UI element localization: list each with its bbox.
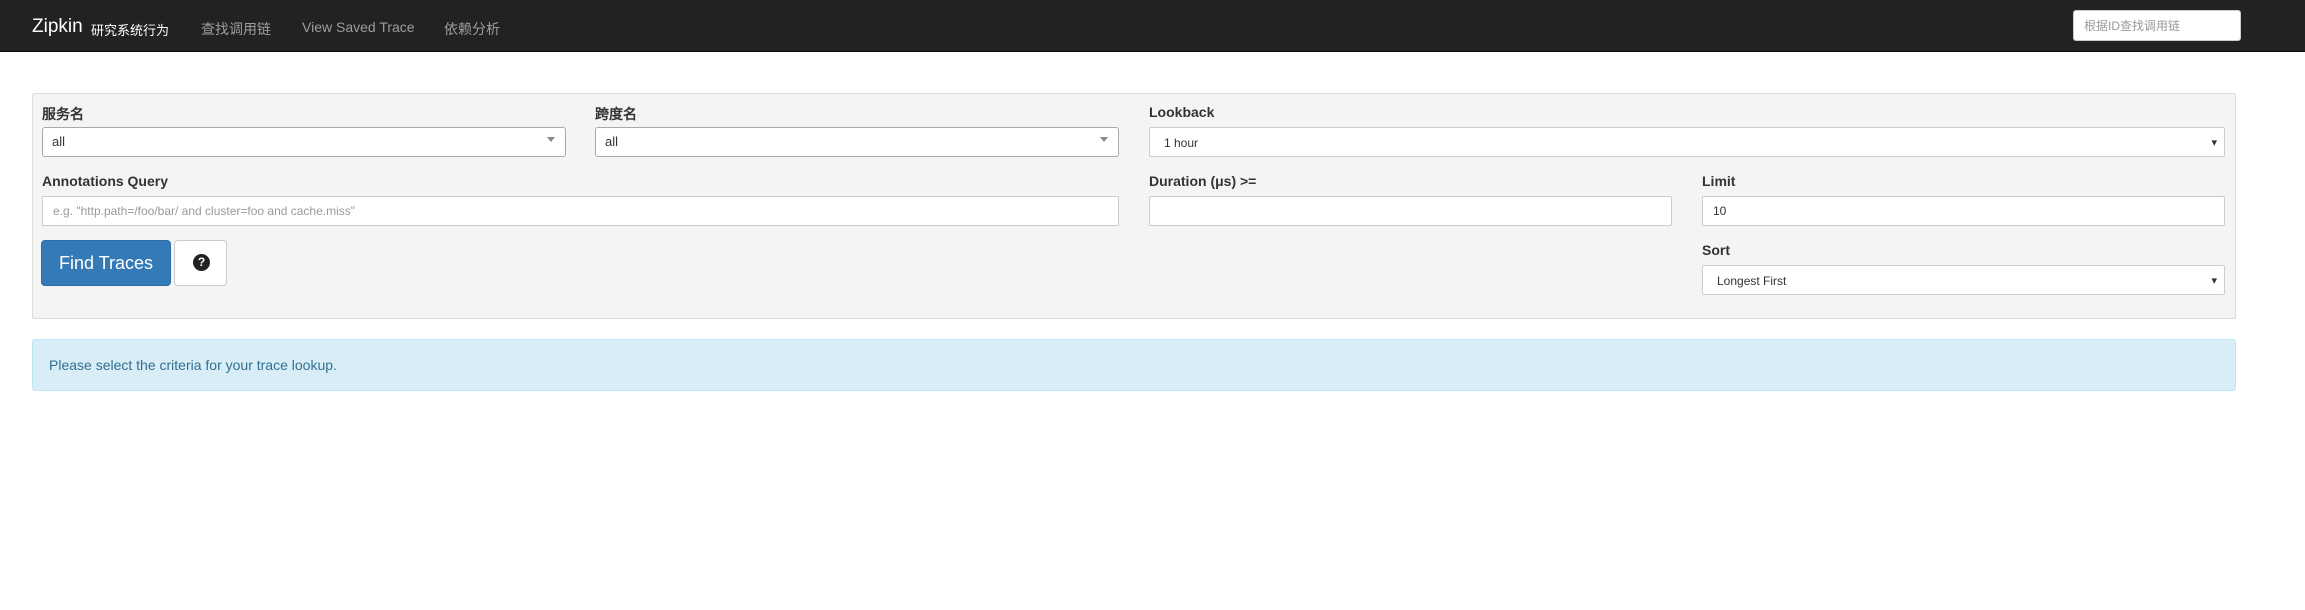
navbar: Zipkin 研究系统行为 查找调用链 View Saved Trace 依赖分… [0,0,2305,52]
brand-logo[interactable]: Zipkin [32,16,83,38]
chevron-down-icon: ▾ [2211,137,2217,149]
alert-message: Please select the criteria for your trac… [49,357,337,373]
span-name-value: all [605,134,619,149]
chevron-down-icon: ▾ [2211,275,2217,287]
help-button[interactable]: ? [174,240,227,286]
sort-value: Longest First [1717,274,1787,288]
annotations-query-label: Annotations Query [42,173,169,189]
info-alert: Please select the criteria for your trac… [32,339,2236,391]
service-name-label: 服务名 [42,106,84,122]
limit-input[interactable] [1702,196,2225,226]
service-name-value: all [52,134,66,149]
span-name-select[interactable]: all [595,127,1119,157]
annotations-query-input[interactable] [42,196,1119,226]
nav-dependencies[interactable]: 依赖分析 [444,19,500,39]
service-name-select[interactable]: all [42,127,566,157]
nav-view-saved-trace[interactable]: View Saved Trace [302,19,415,35]
question-circle-icon: ? [193,254,210,271]
chevron-down-icon [1100,137,1108,142]
trace-id-search-input[interactable] [2073,10,2241,41]
sort-label: Sort [1702,242,1730,258]
brand-subtitle: 研究系统行为 [91,23,170,38]
sort-select[interactable]: Longest First ▾ [1702,265,2225,295]
lookback-select[interactable]: 1 hour ▾ [1149,127,2225,157]
duration-label: Duration (μs) >= [1149,173,1257,189]
lookback-value: 1 hour [1164,136,1199,150]
find-traces-button[interactable]: Find Traces [41,240,171,286]
span-name-label: 跨度名 [595,106,637,122]
duration-input[interactable] [1149,196,1672,226]
lookback-label: Lookback [1149,104,1215,120]
chevron-down-icon [547,137,555,142]
limit-label: Limit [1702,173,1736,189]
nav-find-traces[interactable]: 查找调用链 [201,19,271,39]
